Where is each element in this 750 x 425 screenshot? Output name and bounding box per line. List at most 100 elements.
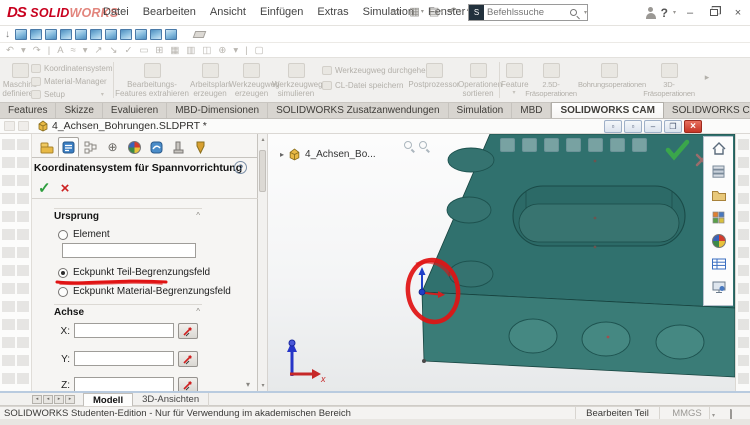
help-button[interactable]: ?	[661, 6, 668, 20]
circular-boss[interactable]	[509, 319, 557, 353]
tab-mbd[interactable]: MBD	[512, 103, 551, 118]
tab-zusatzanwendungen[interactable]: SOLIDWORKS Zusatzanwendungen	[268, 103, 448, 118]
restore-button[interactable]	[704, 5, 724, 21]
panel-scrollbar[interactable]: ▴ ▾	[258, 134, 268, 391]
tab-scroll-last-icon[interactable]: ▸	[65, 395, 75, 404]
appearances-sphere-icon[interactable]	[709, 231, 729, 250]
origin-option-stock-bbox[interactable]: Eckpunkt Material-Begrenzungsfeld	[58, 286, 231, 297]
custom-properties-icon[interactable]	[709, 254, 729, 273]
cam-tool-tab[interactable]	[190, 137, 211, 157]
circular-boss[interactable]	[656, 325, 704, 359]
view-cube-icon[interactable]	[105, 29, 117, 40]
minimize-button[interactable]: –	[680, 5, 700, 21]
close-button[interactable]: ×	[728, 5, 748, 21]
cancel-button[interactable]: ×	[61, 180, 70, 197]
vertex-dot[interactable]	[594, 246, 597, 249]
view-cube-icon[interactable]	[30, 29, 42, 40]
help-icon[interactable]: ?	[234, 161, 247, 174]
axis-group-header[interactable]: Achse ^	[54, 304, 202, 318]
search-icon[interactable]	[570, 9, 577, 16]
tab-scroll-left-icon[interactable]: ◂	[43, 395, 53, 404]
appearance-icon[interactable]	[610, 138, 625, 152]
origin-option-part-bbox[interactable]: Eckpunkt Teil-Begrenzungsfeld	[58, 267, 210, 278]
panel-scroll-down-icon[interactable]: ▾	[246, 380, 250, 389]
search-input[interactable]	[484, 7, 570, 18]
circular-boss[interactable]	[582, 322, 630, 356]
doc-restore-button[interactable]: ❐	[664, 120, 682, 133]
view-cube-icon[interactable]	[150, 29, 162, 40]
eraser-icon[interactable]	[193, 31, 207, 38]
design-library-icon[interactable]	[709, 162, 729, 181]
view-cube-icon[interactable]	[90, 29, 102, 40]
search-scope-icon[interactable]: S	[469, 5, 484, 20]
tab-skizze[interactable]: Skizze	[56, 103, 102, 118]
tab-scroll-right-icon[interactable]: ▸	[54, 395, 64, 404]
radio-element[interactable]	[58, 230, 68, 240]
tab-3d-ansichten[interactable]: 3D-Ansichten	[133, 393, 209, 406]
featuremanager-tab[interactable]	[36, 137, 57, 157]
scroll-down-icon[interactable]: ▾	[259, 382, 267, 389]
zoom-area-icon[interactable]	[419, 141, 427, 149]
menu-einfuegen[interactable]: Einfügen	[253, 0, 310, 25]
circular-boss[interactable]	[447, 197, 491, 223]
section-view-icon[interactable]	[522, 138, 537, 152]
tab-modell[interactable]: Modell	[83, 393, 133, 406]
print-icon[interactable]: ▤▾	[427, 5, 445, 18]
y-reverse-direction-button[interactable]	[178, 351, 198, 367]
cam-feature-tree-tab[interactable]	[168, 137, 189, 157]
ribbon-overflow-icon[interactable]: ▸	[702, 73, 712, 82]
corner-vertex-dot[interactable]	[422, 359, 426, 363]
drop-view-icon[interactable]: ↓	[5, 29, 10, 40]
simulate-toolpath-button[interactable]: Werkzeugweg simulieren	[272, 63, 320, 98]
save-cl-file-button[interactable]: CL-Datei speichern	[322, 81, 403, 90]
home-icon[interactable]	[709, 139, 729, 158]
ok-button[interactable]: ✓	[38, 179, 51, 197]
sort-operations-button[interactable]: Operationen sortieren	[458, 63, 498, 98]
view-cube-icon[interactable]	[60, 29, 72, 40]
display-style-icon[interactable]	[566, 138, 581, 152]
postprocessor-button[interactable]: Postprozessor	[408, 63, 460, 89]
dimxpertmanager-tab[interactable]: ⊕	[102, 137, 123, 157]
help-caret-icon[interactable]: ▾	[673, 9, 676, 16]
radio-part-bbox-selected[interactable]	[58, 268, 68, 278]
origin-group-header[interactable]: Ursprung ^	[54, 208, 202, 222]
generate-plan-button[interactable]: Arbeitsplan erzeugen	[189, 63, 231, 98]
view-cube-icon[interactable]	[135, 29, 147, 40]
displaymanager-tab[interactable]	[124, 137, 145, 157]
menu-extras[interactable]: Extras	[310, 0, 355, 25]
tab-evaluieren[interactable]: Evaluieren	[103, 103, 167, 118]
y-axis-field[interactable]	[74, 351, 174, 366]
vertex-dot[interactable]	[594, 160, 597, 163]
view-cube-icon[interactable]	[75, 29, 87, 40]
view-cube-icon[interactable]	[120, 29, 132, 40]
scrollbar-thumb[interactable]	[259, 150, 266, 192]
coordinate-system-button[interactable]: Koordinatensystem	[31, 64, 112, 73]
flyout-part-name[interactable]: 4_Achsen_Bo...	[305, 149, 376, 160]
open-icon[interactable]: ▭▾	[388, 5, 406, 18]
save-icon[interactable]: ▦▾	[407, 5, 425, 18]
forum-icon[interactable]	[709, 277, 729, 296]
doc-close-button[interactable]: ×	[684, 120, 702, 133]
tab-simulation[interactable]: Simulation	[449, 103, 513, 118]
vertex-dot[interactable]	[607, 336, 610, 339]
configurationmanager-tab[interactable]	[80, 137, 101, 157]
x-axis-field[interactable]	[74, 323, 174, 338]
tab-scroll-first-icon[interactable]: ◂	[32, 395, 42, 404]
view-cube-icon[interactable]	[165, 29, 177, 40]
tab-features[interactable]: Features	[0, 103, 56, 118]
view-cube-icon[interactable]	[15, 29, 27, 40]
doc-minimize-button[interactable]: –	[644, 120, 662, 133]
view-cube-icon[interactable]	[45, 29, 57, 40]
radio-stock-bbox[interactable]	[58, 287, 68, 297]
hide-show-icon[interactable]	[588, 138, 603, 152]
vertex-dot[interactable]	[594, 217, 597, 220]
tab-mbd-dimensionen[interactable]: MBD-Dimensionen	[167, 103, 268, 118]
scroll-up-icon[interactable]: ▴	[259, 136, 267, 143]
doc-frame-icon[interactable]: ▫	[604, 120, 622, 133]
view-orientation-icon[interactable]	[544, 138, 559, 152]
doc-frame2-icon[interactable]: ▫	[624, 120, 642, 133]
menu-ansicht[interactable]: Ansicht	[203, 0, 253, 25]
search-caret-icon[interactable]: ▾	[584, 9, 587, 16]
part-3d-view[interactable]	[268, 134, 735, 391]
appearances-tab[interactable]	[146, 137, 167, 157]
